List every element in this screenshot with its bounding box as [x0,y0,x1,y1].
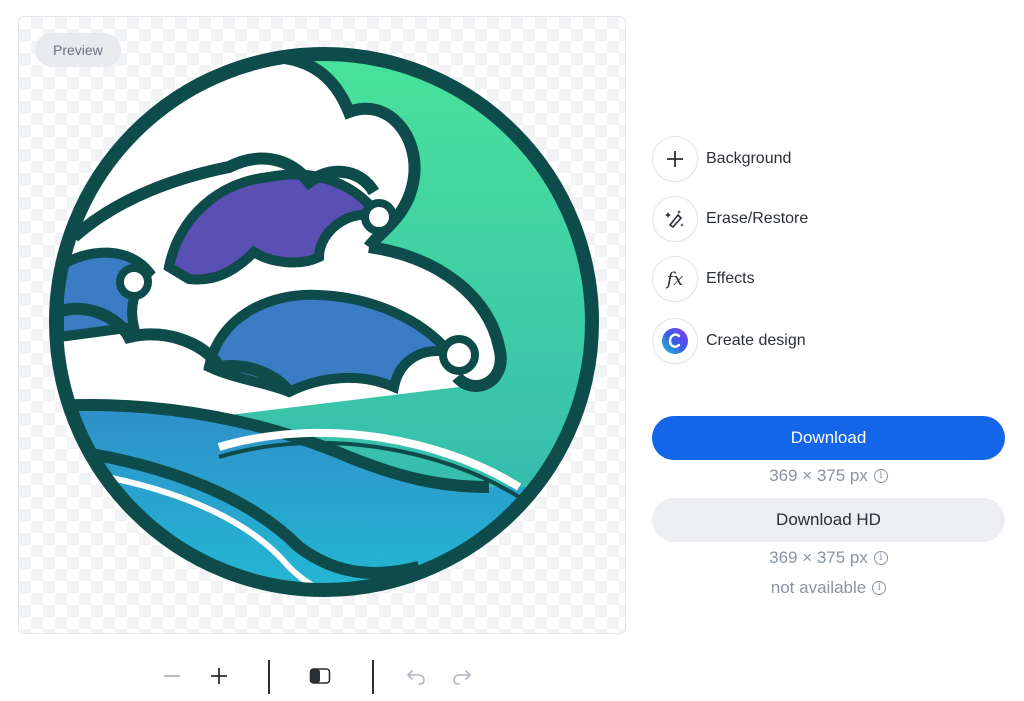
erase-restore-tool[interactable]: Erase/Restore [652,196,808,242]
minus-icon [164,675,180,677]
info-icon[interactable]: i [872,581,887,595]
effects-tool[interactable]: fx Effects [652,256,755,302]
create-design-tool[interactable]: Create design [652,318,806,364]
preview-badge: Preview [35,33,121,67]
download-hd-availability-text: not available [770,578,867,597]
preview-image [49,47,599,597]
erase-restore-tool-label: Erase/Restore [706,210,809,227]
magic-eraser-icon [652,196,698,242]
download-size-text: 369 × 375 px [769,466,868,485]
redo-icon [453,670,471,685]
zoom-out-button[interactable] [154,656,190,696]
download-button[interactable]: Download [652,416,1005,460]
zoom-in-button[interactable] [201,656,237,696]
download-hd-button[interactable]: Download HD [652,498,1005,542]
canva-logo-icon [652,318,698,364]
compare-icon [309,668,331,684]
bottom-toolbar [0,656,640,696]
undo-icon [407,670,425,685]
plus-icon [211,668,227,684]
undo-button[interactable] [398,656,434,696]
create-design-tool-label: Create design [706,332,806,349]
effects-tool-label: Effects [706,270,755,287]
toolbar-divider [372,660,374,694]
download-hd-availability: not available i [652,578,1005,598]
compare-button[interactable] [302,656,338,696]
redo-button[interactable] [444,656,480,696]
info-icon[interactable]: i [873,469,888,483]
download-hd-size-text: 369 × 375 px [769,548,868,567]
toolbar-divider [268,660,270,694]
info-icon[interactable]: i [873,551,888,565]
background-tool-label: Background [706,150,792,167]
plus-icon [652,136,698,182]
fx-icon: fx [652,256,698,302]
preview-panel: Preview [18,16,626,634]
download-size-info: 369 × 375 px i [652,466,1005,486]
download-hd-size-info: 369 × 375 px i [652,548,1005,568]
background-tool[interactable]: Background [652,136,791,182]
